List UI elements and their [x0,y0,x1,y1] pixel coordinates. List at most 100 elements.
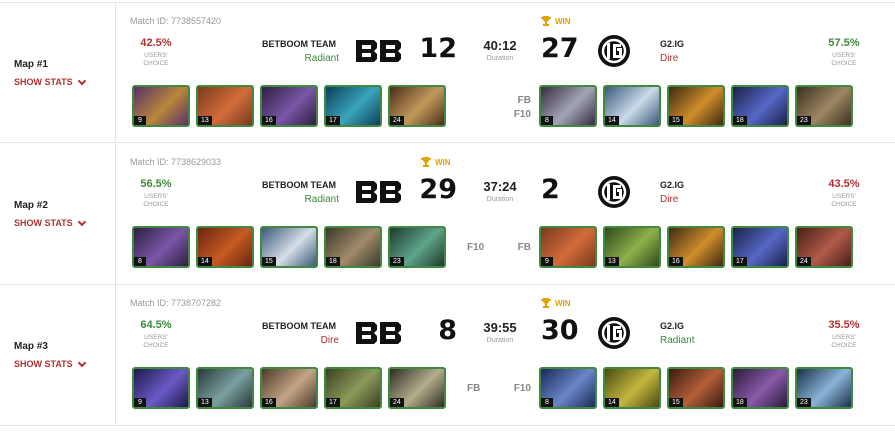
users-choice-left-pct: 42.5% [140,37,172,49]
score-left: 12 [419,33,457,64]
hero-portrait[interactable]: 8 [539,367,597,409]
hero-portrait[interactable]: 24 [388,367,446,409]
match-id[interactable]: Match ID: 7738629033 [130,157,221,167]
hero-portrait[interactable]: 9 [539,226,597,268]
duration-label: Duration [486,196,514,203]
hero-level: 9 [541,257,553,266]
match-id[interactable]: Match ID: 7738557420 [130,16,221,26]
users-choice-line1: USERS' [144,193,168,200]
duration-value: 40:12 [483,38,517,53]
users-choice-right-label: USERS' CHOICE [814,193,874,209]
hero-portrait[interactable]: 16 [260,367,318,409]
win-label: WIN [555,16,571,26]
map-label: Map #2 [14,200,48,211]
hero-portrait[interactable]: 18 [324,226,382,268]
hero-portrait[interactable]: 14 [603,85,661,127]
g2ig-logo [597,34,631,68]
users-choice-line1: USERS' [832,52,856,59]
hero-level: 9 [134,398,146,407]
match-id[interactable]: Match ID: 7738707282 [130,298,221,308]
team-left-side: Dire [320,335,339,346]
team-right-name[interactable]: G2.IG [660,180,684,190]
show-stats-button[interactable]: SHOW STATS [14,76,86,87]
hero-level: 24 [390,116,404,125]
users-choice-left-label: USERS' CHOICE [126,52,186,68]
hero-portrait[interactable]: 24 [388,85,446,127]
hero-level: 16 [262,398,276,407]
map-column: Map #1 SHOW STATS [0,3,116,142]
hero-portrait[interactable]: 9 [132,367,190,409]
hero-portrait[interactable]: 14 [603,367,661,409]
hero-portrait[interactable]: 13 [603,226,661,268]
g2ig-logo [597,316,631,350]
users-choice-line2: CHOICE [143,60,169,67]
right-objective-badge: F10 [513,383,531,394]
duration-label: Duration [486,337,514,344]
hero-level: 16 [262,116,276,125]
hero-portrait[interactable]: 15 [667,367,725,409]
hero-level: 23 [797,398,811,407]
hero-level: 15 [669,398,683,407]
team-left-name[interactable]: BETBOOM TEAM [262,39,336,49]
team-right-side: Dire [660,194,679,205]
hero-level: 24 [797,257,811,266]
hero-portrait[interactable]: 13 [196,85,254,127]
hero-level: 9 [134,116,146,125]
users-choice-right-label: USERS' CHOICE [814,334,874,350]
hero-portrait[interactable]: 17 [324,367,382,409]
match-row: Map #1 SHOW STATS Match ID: 7738557420 42.5… [0,2,895,143]
hero-portrait[interactable]: 14 [196,226,254,268]
hero-level: 15 [262,257,276,266]
hero-portrait[interactable]: 17 [324,85,382,127]
hero-portrait[interactable]: 23 [795,85,853,127]
hero-portrait[interactable]: 23 [795,367,853,409]
hero-portrait[interactable]: 16 [260,85,318,127]
hero-portrait[interactable]: 16 [667,226,725,268]
score-left: 8 [438,315,457,346]
hero-level: 15 [669,116,683,125]
hero-portrait[interactable]: 9 [132,85,190,127]
hero-portrait[interactable]: 17 [731,226,789,268]
heroes-left: 9 13 16 17 24 [132,367,446,409]
match-row: Map #2 SHOW STATS Match ID: 7738629033 56.5… [0,144,895,285]
win-badge: WIN [420,156,451,168]
map-label: Map #3 [14,341,48,352]
win-badge: WIN [540,297,571,309]
team-left-name[interactable]: BETBOOM TEAM [262,321,336,331]
hero-portrait[interactable]: 15 [667,85,725,127]
duration-value: 39:55 [483,320,517,335]
win-label: WIN [555,298,571,308]
users-choice-right-pct: 57.5% [828,37,860,49]
team-right-name[interactable]: G2.IG [660,321,684,331]
show-stats-button[interactable]: SHOW STATS [14,217,86,228]
hero-portrait[interactable]: 8 [539,85,597,127]
chevron-down-icon [77,358,86,367]
score-right: 30 [541,315,579,346]
team-left-name[interactable]: BETBOOM TEAM [262,180,336,190]
hero-portrait[interactable]: 15 [260,226,318,268]
heroes-left: 8 14 15 18 23 [132,226,446,268]
hero-portrait[interactable]: 18 [731,85,789,127]
hero-level: 13 [198,116,212,125]
match-row: Map #3 SHOW STATS Match ID: 7738707282 64.5… [0,285,895,426]
users-choice-left-pct: 64.5% [140,319,172,331]
hero-level: 23 [797,116,811,125]
show-stats-button[interactable]: SHOW STATS [14,358,86,369]
hero-portrait[interactable]: 13 [196,367,254,409]
team-left-side: Radiant [304,53,339,64]
users-choice-left-label: USERS' CHOICE [126,334,186,350]
show-stats-label: SHOW STATS [14,359,73,369]
users-choice-right-pct: 35.5% [828,319,860,331]
hero-portrait[interactable]: 8 [132,226,190,268]
users-choice-line2: CHOICE [831,201,857,208]
users-choice-line2: CHOICE [831,60,857,67]
hero-level: 14 [605,116,619,125]
users-choice-line2: CHOICE [831,342,857,349]
users-choice-line1: USERS' [832,193,856,200]
hero-level: 24 [390,398,404,407]
right-objective-badge: FB [517,242,531,253]
hero-portrait[interactable]: 23 [388,226,446,268]
hero-portrait[interactable]: 24 [795,226,853,268]
hero-portrait[interactable]: 18 [731,367,789,409]
team-right-name[interactable]: G2.IG [660,39,684,49]
